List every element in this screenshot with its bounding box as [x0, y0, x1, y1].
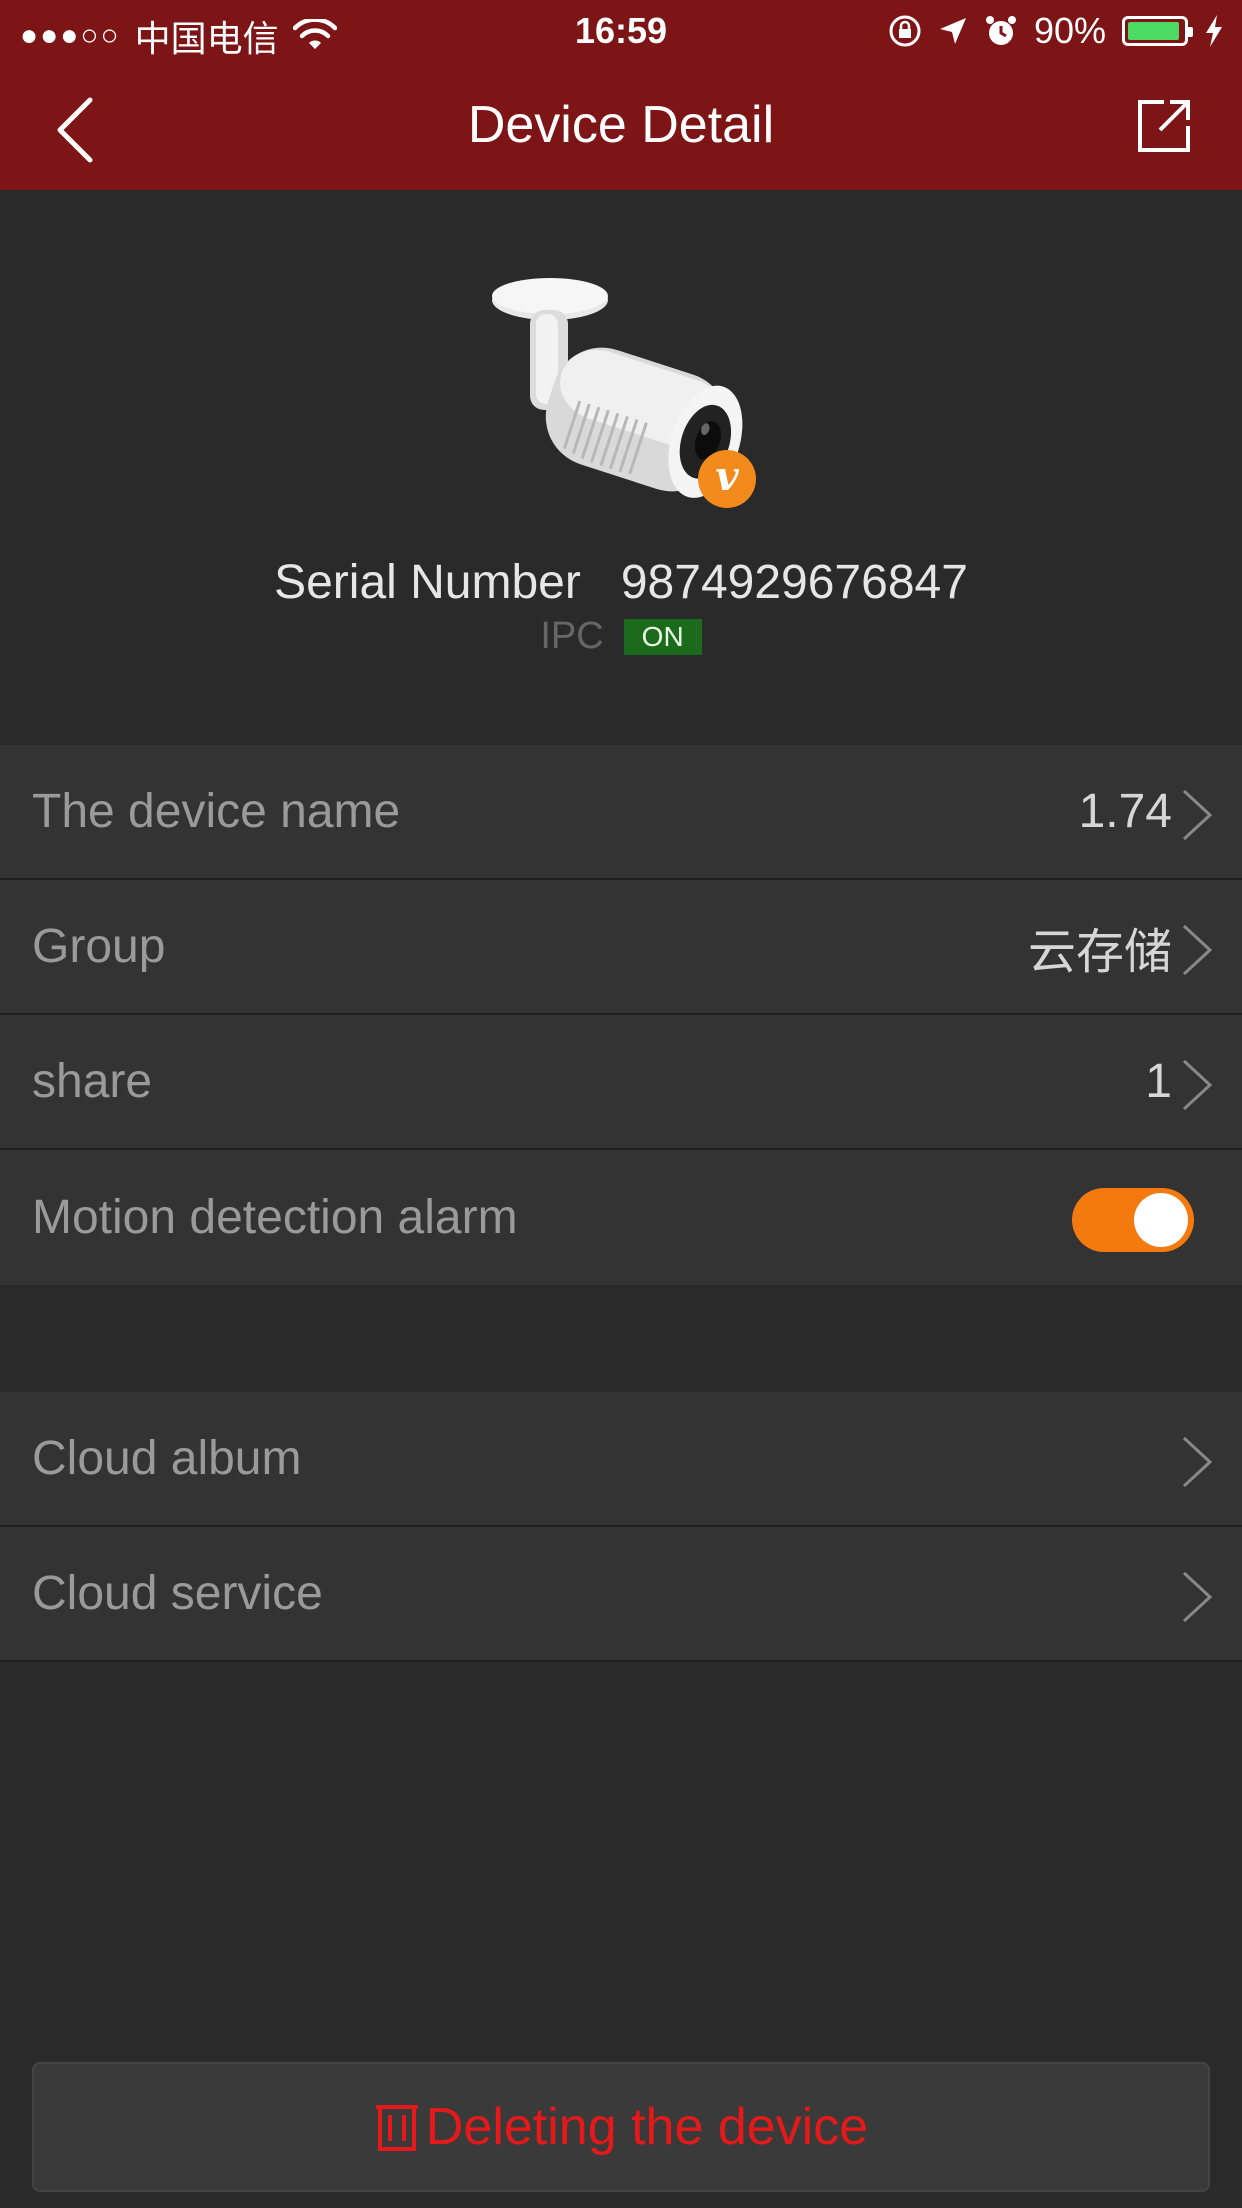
- page-title: Device Detail: [467, 96, 775, 154]
- status-bar: ●●●○○ 中国电信 16:59 90%: [0, 0, 1242, 60]
- motion-alarm-label: Motion detection alarm: [32, 1191, 518, 1244]
- motion-alarm-toggle[interactable]: [1072, 1188, 1194, 1252]
- cloud-service-label: Cloud service: [32, 1567, 323, 1620]
- location-arrow-icon: [939, 18, 966, 44]
- delete-device-button[interactable]: Deleting the device: [32, 2062, 1210, 2192]
- serial-number-label: Serial Number: [274, 556, 581, 609]
- device-name-row[interactable]: The device name 1.74: [0, 745, 1242, 880]
- toggle-knob: [1134, 1193, 1188, 1247]
- battery-percent: 90%: [1033, 10, 1106, 51]
- alarm-clock-icon: [985, 16, 1016, 45]
- share-label: share: [32, 1055, 153, 1108]
- settings-list: The device name 1.74 Group 云存储 share 1 M…: [0, 745, 1242, 1285]
- online-status-badge: ON: [623, 618, 702, 655]
- charging-bolt-icon: [1206, 15, 1222, 47]
- cloud-album-label: Cloud album: [32, 1432, 302, 1485]
- cloud-list: Cloud album Cloud service: [0, 1392, 1242, 1662]
- share-button[interactable]: [1134, 96, 1194, 156]
- cloud-album-row[interactable]: Cloud album: [0, 1392, 1242, 1527]
- share-value: 1: [1145, 1055, 1172, 1108]
- cloud-service-row[interactable]: Cloud service: [0, 1527, 1242, 1662]
- chevron-right-icon: [1182, 1571, 1213, 1623]
- chevron-right-icon: [1182, 789, 1213, 841]
- device-type: IPC: [540, 615, 604, 657]
- vip-badge: v: [698, 450, 756, 508]
- status-right: 90%: [888, 10, 1224, 52]
- group-label: Group: [32, 920, 166, 973]
- share-row[interactable]: share 1: [0, 1015, 1242, 1150]
- trash-icon: [375, 2105, 418, 2151]
- battery-icon: [1122, 16, 1193, 46]
- motion-alarm-row: Motion detection alarm: [0, 1150, 1242, 1285]
- chevron-right-icon: [1182, 1436, 1213, 1488]
- group-row[interactable]: Group 云存储: [0, 880, 1242, 1015]
- group-value: 云存储: [1027, 925, 1172, 979]
- serial-number-value: 9874929676847: [620, 556, 968, 609]
- device-type-row: IPC ON: [0, 615, 1242, 658]
- top-bar: ●●●○○ 中国电信 16:59 90% Device Detail: [0, 0, 1242, 190]
- serial-number-row: Serial Number 9874929676847: [0, 555, 1242, 610]
- device-name-label: The device name: [32, 785, 401, 838]
- orientation-lock-icon: [889, 15, 921, 47]
- device-name-value: 1.74: [1078, 785, 1172, 838]
- delete-device-label: Deleting the device: [425, 2098, 869, 2156]
- device-summary: v Serial Number 9874929676847 IPC ON: [0, 190, 1242, 745]
- chevron-right-icon: [1182, 1059, 1213, 1111]
- chevron-right-icon: [1182, 924, 1213, 976]
